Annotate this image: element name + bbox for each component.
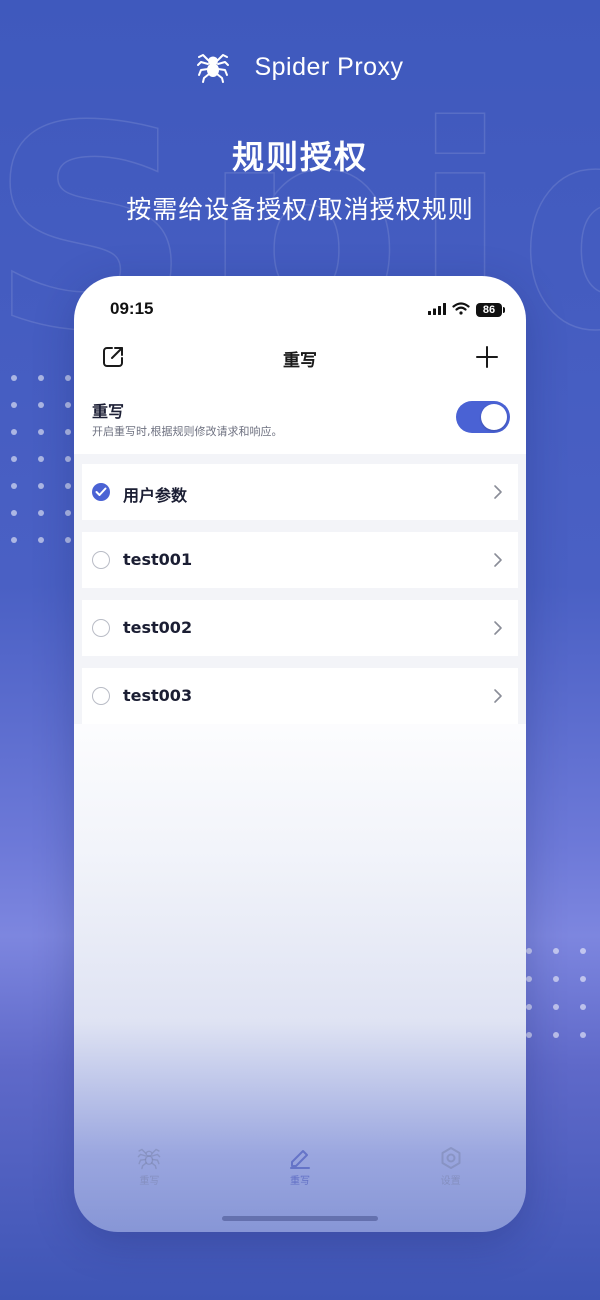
rewrite-toggle-description: 开启重写时,根据规则修改请求和响应。 <box>92 425 283 438</box>
rule-label: 用户参数 <box>123 486 188 505</box>
chevron-right-icon <box>494 553 502 567</box>
rule-row-test002[interactable]: test002 <box>82 600 518 656</box>
tab-proxy[interactable]: 重写 <box>74 1146 225 1198</box>
rule-label: test003 <box>123 686 193 705</box>
brand-name: Spider Proxy <box>254 52 404 81</box>
rule-label: test002 <box>123 618 193 637</box>
chevron-right-icon <box>494 485 502 499</box>
phone-mockup: 09:15 86 重写 重写 开启重写时,根据规则修改请求和响应。 用户参数 t… <box>74 276 526 1232</box>
tab-bar: 重写 重写 设置 <box>74 1146 526 1198</box>
hero-subtitle: 按需给设备授权/取消授权规则 <box>126 195 474 224</box>
tab-label: 重写 <box>290 1176 310 1187</box>
rule-row-test001[interactable]: test001 <box>82 532 518 588</box>
rewrite-switch[interactable] <box>456 401 510 433</box>
battery-icon: 86 <box>476 302 505 317</box>
rewrite-toggle-section: 重写 开启重写时,根据规则修改请求和响应。 <box>74 388 526 452</box>
battery-level: 86 <box>482 303 496 316</box>
chevron-right-icon <box>494 689 502 703</box>
nav-bar: 重写 <box>74 336 526 380</box>
chevron-right-icon <box>494 621 502 635</box>
home-indicator[interactable] <box>222 1216 378 1221</box>
settings-icon <box>441 1147 461 1169</box>
switch-knob <box>481 404 507 430</box>
unchecked-circle-icon[interactable] <box>92 551 110 569</box>
decorative-dots-right <box>526 948 586 1038</box>
hero-title: 规则授权 <box>231 138 368 176</box>
status-bar: 09:15 86 <box>74 276 526 340</box>
spider-icon <box>196 50 230 84</box>
rewrite-toggle-title: 重写 <box>92 402 125 421</box>
add-rule-button[interactable] <box>472 342 502 372</box>
rule-row-test003[interactable]: test003 <box>82 668 518 724</box>
signal-icon <box>428 300 446 319</box>
plus-icon <box>476 346 498 368</box>
tab-label: 设置 <box>440 1176 461 1187</box>
wifi-icon <box>452 300 470 319</box>
rule-row-user-params[interactable]: 用户参数 <box>82 464 518 520</box>
pen-icon <box>290 1150 310 1169</box>
spider-icon <box>138 1148 161 1170</box>
status-icons: 86 <box>428 300 505 319</box>
unchecked-circle-icon[interactable] <box>92 687 110 705</box>
rule-label: test001 <box>123 550 193 569</box>
tab-rewrite[interactable]: 重写 <box>225 1146 376 1198</box>
checked-circle-icon[interactable] <box>92 483 110 501</box>
status-time: 09:15 <box>110 299 154 318</box>
unchecked-circle-icon[interactable] <box>92 619 110 637</box>
brand-header: Spider Proxy <box>0 46 600 88</box>
rule-list: 用户参数 test001 test002 test003 <box>74 454 526 724</box>
tab-settings[interactable]: 设置 <box>375 1146 526 1198</box>
nav-title: 重写 <box>283 351 317 371</box>
decorative-dots-left <box>11 375 71 543</box>
tab-label: 重写 <box>139 1176 160 1187</box>
